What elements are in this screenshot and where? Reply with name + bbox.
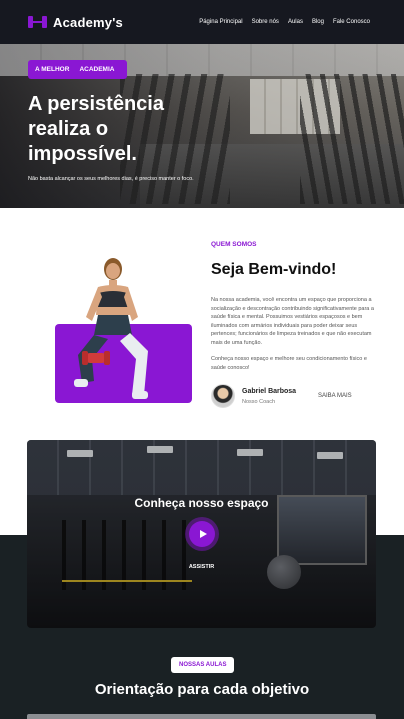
- about-text: Na nossa academia, você encontra um espa…: [211, 297, 374, 346]
- about-title: Seja Bem-vindo!: [211, 261, 337, 278]
- coach-name: Gabriel Barbosa: [242, 387, 297, 395]
- classes-label-text: NOSSAS AULAS: [179, 662, 227, 668]
- hero-badge-left: A MELHOR: [35, 66, 70, 73]
- main-menu: Página Principal Sobre nós Aulas Blog Fa…: [199, 19, 370, 25]
- coach-card: Gabriel Barbosa Nosso Coach: [211, 384, 296, 408]
- about-section-label: QUEM SOMOS: [211, 241, 257, 248]
- brand-name: Academy's: [53, 14, 123, 30]
- hero-banner: A MELHOR ACADEMIA A persistência realiza…: [0, 44, 404, 208]
- menu-item-blog[interactable]: Blog: [312, 19, 324, 25]
- hero-badge-right: ACADEMIA: [79, 66, 115, 73]
- video-title: Conheça nosso espaço: [134, 496, 269, 510]
- hero-subtitle: Não basta alcançar os seus melhores dias…: [28, 176, 194, 182]
- hero-badge: A MELHOR ACADEMIA: [28, 60, 128, 79]
- avatar: [211, 384, 235, 408]
- top-navbar: Academy's Página Principal Sobre nós Aul…: [0, 0, 404, 44]
- about-text-secondary: Conheça nosso espaço e melhore seu condi…: [211, 356, 367, 371]
- coach-role: Nosso Coach: [242, 398, 276, 405]
- play-label[interactable]: ASSISTIR: [27, 564, 376, 570]
- brand-logo[interactable]: Academy's: [28, 15, 123, 30]
- dumbbell-icon: [28, 16, 47, 28]
- menu-item-contact[interactable]: Fale Conosco: [333, 19, 370, 25]
- menu-item-home[interactable]: Página Principal: [199, 19, 242, 25]
- learn-more-link[interactable]: SAIBA MAIS: [318, 393, 352, 399]
- classes-section-label: NOSSAS AULAS: [171, 657, 235, 673]
- hero-machines-right-image: [300, 74, 404, 204]
- athlete-image: [74, 258, 148, 399]
- menu-item-classes[interactable]: Aulas: [288, 19, 303, 25]
- menu-item-about[interactable]: Sobre nós: [252, 19, 279, 25]
- classes-title: Orientação para cada objetivo: [94, 681, 310, 698]
- play-button[interactable]: [185, 517, 219, 551]
- video-card[interactable]: Conheça nosso espaço ASSISTIR: [27, 440, 376, 628]
- next-card-edge: [27, 714, 376, 719]
- play-icon: [199, 530, 207, 538]
- hero-title: A persistência realiza o impossível.: [28, 93, 164, 165]
